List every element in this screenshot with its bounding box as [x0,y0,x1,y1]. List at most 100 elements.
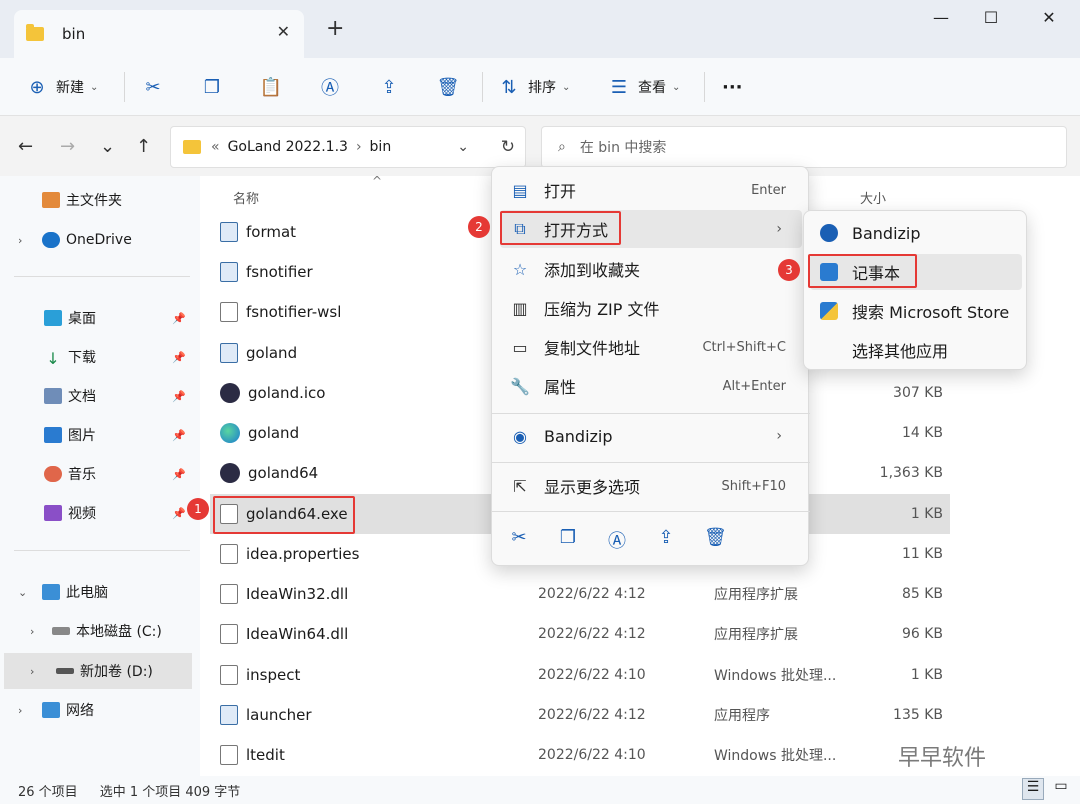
address-dropdown-icon[interactable]: ⌄ [457,139,469,155]
collapse-chevron-icon[interactable]: ⌄ [18,586,27,599]
file-name: ltedit [246,746,285,764]
overflow-chevron[interactable]: « [211,139,220,155]
tab-bin[interactable]: bin ✕ [14,10,304,58]
video-icon [44,505,62,521]
sidebar-item-downloads[interactable]: ↓ 下载 📌 [0,339,192,375]
folder-icon [183,140,201,154]
menu-item-bandizip[interactable]: ◉ Bandizip › [500,417,802,455]
paste-button[interactable]: 📋 [260,58,282,116]
menu-item-add-favorite[interactable]: ☆ 添加到收藏夹 [500,250,802,288]
file-name: format [246,223,297,241]
trash-icon[interactable]: 🗑 [704,527,727,549]
sidebar-item-network[interactable]: › 网络 [0,692,192,728]
more-options-button[interactable]: ··· [722,58,743,116]
menu-divider [492,462,810,463]
new-button[interactable]: ⊕ 新建 ⌄ [26,58,98,116]
menu-item-label: 压缩为 ZIP 文件 [544,300,660,319]
cut-icon[interactable]: ✂ [508,527,530,549]
sidebar-item-this-pc[interactable]: ⌄ 此电脑 [0,574,192,610]
breadcrumb-bin[interactable]: bin [370,139,392,155]
sort-button[interactable]: ⇅ 排序 ⌄ [498,58,570,116]
menu-shortcut: Enter [751,182,786,198]
search-placeholder: 在 bin 中搜索 [579,140,667,156]
open-with-submenu: Bandizip 记事本 搜索 Microsoft Store 选择其他应用 [803,210,1027,370]
bandizip-icon: ◉ [513,426,527,446]
toolbar-divider [482,72,483,102]
file-size: 135 KB [893,707,943,723]
submenu-item-other-app[interactable]: 选择其他应用 [810,332,1022,368]
menu-item-properties[interactable]: 🔧 属性 Alt+Enter [500,367,802,405]
column-header-size[interactable]: 大小 [860,188,886,207]
breadcrumb-goland[interactable]: GoLand 2022.1.3 [228,139,348,155]
recent-locations-button[interactable]: ⌄ [100,136,115,157]
address-bar[interactable]: « GoLand 2022.1.3 › bin ⌄ ↻ [170,126,526,168]
cut-button[interactable]: ✂ [142,58,164,116]
file-row[interactable]: inspect 2022/6/22 4:10 Windows 批处理... 1 KB [210,655,950,695]
share-icon[interactable]: ⇪ [655,527,677,549]
sidebar-item-drive-c[interactable]: › 本地磁盘 (C:) [0,613,192,649]
menu-item-copy-path[interactable]: ▭ 复制文件地址 Ctrl+Shift+C [500,328,802,366]
menu-item-compress-zip[interactable]: ▥ 压缩为 ZIP 文件 [500,289,802,327]
up-button[interactable]: ↑ [136,136,151,157]
new-tab-button[interactable]: + [326,16,344,41]
submenu-item-bandizip[interactable]: Bandizip [810,215,1022,251]
copy-button[interactable]: ❐ [201,58,223,116]
sidebar-item-home[interactable]: 主文件夹 [0,182,192,218]
delete-button[interactable]: 🗑 [437,58,460,116]
sidebar-item-onedrive[interactable]: › OneDrive [0,222,192,258]
rename-icon[interactable]: Ⓐ [606,527,628,552]
column-header-name[interactable]: 名称 [233,188,259,207]
submenu-item-label: Bandizip [852,223,921,243]
menu-item-more-options[interactable]: ⇱ 显示更多选项 Shift+F10 [500,467,802,505]
exe-icon [220,262,238,282]
sort-ascending-icon: ^ [372,174,383,188]
file-name: fsnotifier [246,263,313,281]
sidebar-item-videos[interactable]: 视频 📌 [0,495,192,531]
share-button[interactable]: ⇪ [378,58,400,116]
expand-chevron-icon[interactable]: › [18,704,22,717]
sidebar-divider [14,276,190,277]
file-row[interactable]: IdeaWin64.dll 2022/6/22 4:12 应用程序扩展 96 KB [210,614,950,654]
tab-close-icon[interactable]: ✕ [277,22,290,41]
back-button[interactable]: ← [18,136,33,157]
menu-shortcut: Ctrl+Shift+C [702,339,786,355]
expand-chevron-icon[interactable]: › [18,234,22,247]
drive-icon [56,668,74,674]
minimize-button[interactable]: — [918,8,964,32]
home-icon [42,192,60,208]
status-bar: 26 个项目 选中 1 个项目 409 字节 [0,776,1080,804]
star-icon: ☆ [512,259,528,279]
file-row[interactable]: IdeaWin32.dll 2022/6/22 4:12 应用程序扩展 85 KB [210,574,950,614]
download-icon: ↓ [46,349,60,368]
bat-icon [220,745,238,765]
file-row[interactable]: ltedit 2022/6/22 4:10 Windows 批处理... [210,735,950,775]
pin-icon: 📌 [172,389,186,403]
file-date: 2022/6/22 4:12 [538,626,646,642]
chevron-down-icon: ⌄ [562,81,571,93]
submenu-item-ms-store[interactable]: 搜索 Microsoft Store [810,293,1022,329]
sidebar-item-drive-d[interactable]: › 新加卷 (D:) [4,653,192,689]
tiles-view-button[interactable]: ▭ [1050,778,1072,800]
maximize-button[interactable]: ☐ [968,8,1014,32]
sidebar-item-pictures[interactable]: 图片 📌 [0,417,192,453]
forward-button[interactable]: → [60,136,75,157]
file-size: 1 KB [910,667,943,683]
copy-icon[interactable]: ❐ [557,527,579,549]
chevron-right-icon: › [776,221,782,237]
sidebar-item-documents[interactable]: 文档 📌 [0,378,192,414]
file-name: fsnotifier-wsl [246,303,342,321]
menu-item-open[interactable]: ▤ 打开 Enter [500,171,802,209]
sidebar-item-music[interactable]: 音乐 📌 [0,456,192,492]
details-view-button[interactable]: ☰ [1022,778,1044,800]
file-row[interactable]: launcher 2022/6/22 4:12 应用程序 135 KB [210,695,950,735]
sidebar-item-desktop[interactable]: 桌面 📌 [0,300,192,336]
search-input[interactable]: ⌕ 在 bin 中搜索 [541,126,1067,168]
refresh-icon[interactable]: ↻ [501,137,515,157]
share-icon: ⇪ [381,76,397,98]
rename-button[interactable]: Ⓐ [319,58,341,116]
expand-chevron-icon[interactable]: › [30,625,34,638]
close-window-button[interactable]: ✕ [1026,8,1072,32]
view-button[interactable]: ☰ 查看 ⌄ [608,58,680,116]
expand-chevron-icon[interactable]: › [30,665,34,678]
pin-icon: 📌 [172,311,186,325]
